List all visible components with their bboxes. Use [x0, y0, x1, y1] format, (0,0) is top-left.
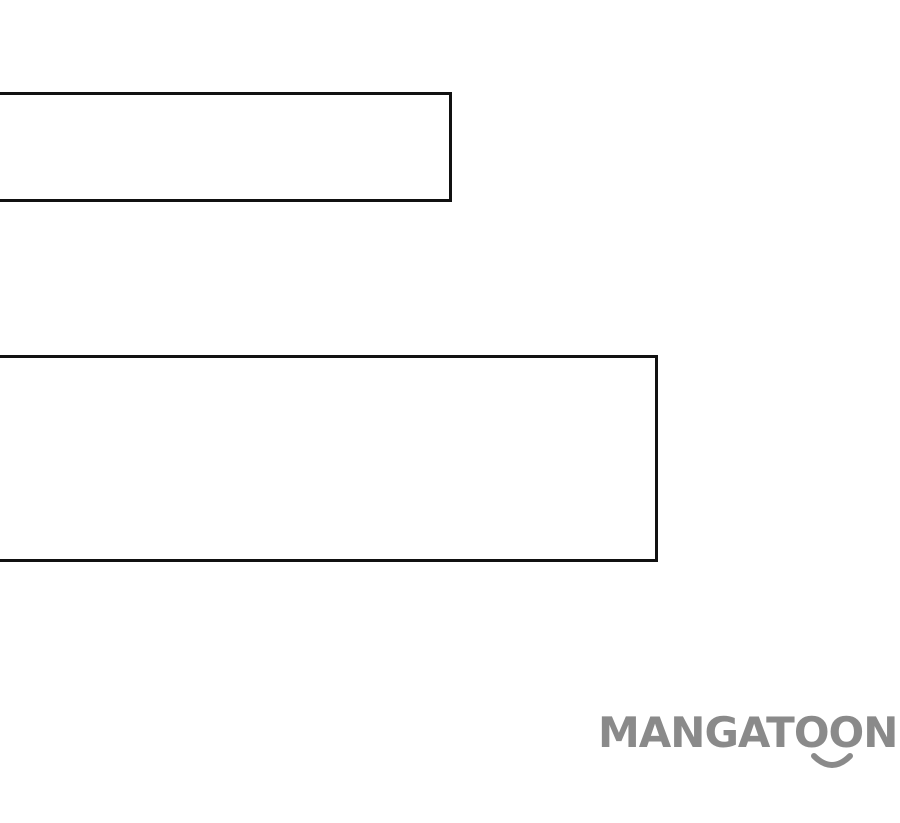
- empty-speech-panel-top: [0, 92, 452, 202]
- mangatoon-watermark: MANGATOON: [598, 708, 900, 778]
- smile-arc-icon: [811, 753, 853, 768]
- watermark-logo-text: MANGATOON: [598, 708, 898, 757]
- empty-speech-panel-bottom: [0, 355, 658, 562]
